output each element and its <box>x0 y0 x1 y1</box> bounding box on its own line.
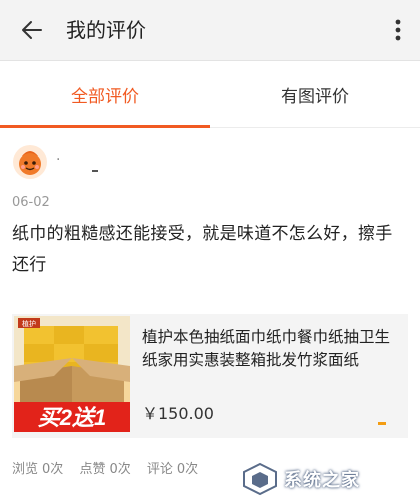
likes-label: 点赞 <box>79 462 106 477</box>
watermark: 系统之家 <box>240 462 410 496</box>
review-tabs: 全部评价 有图评价 <box>0 61 420 128</box>
product-image: 植护 买2送1 <box>14 316 130 432</box>
avatar[interactable] <box>12 144 48 180</box>
top-bar: 我的评价 <box>0 0 420 61</box>
tab-all-reviews[interactable]: 全部评价 <box>0 61 210 127</box>
likes-stat[interactable]: 点赞 0次 <box>79 458 130 477</box>
comments-value: 0次 <box>176 462 199 477</box>
product-badge-text: 植护 <box>22 319 36 328</box>
tissue-box-image: 植护 买2送1 <box>14 316 130 432</box>
tab-photo-reviews[interactable]: 有图评价 <box>210 61 420 127</box>
views-value: 0次 <box>42 462 64 477</box>
comments-stat[interactable]: 评论 0次 <box>147 458 198 477</box>
username: · <box>56 152 61 168</box>
likes-value: 0次 <box>109 462 131 477</box>
username-underscore <box>92 170 98 172</box>
watermark-logo-icon <box>243 462 277 496</box>
orange-dash <box>378 422 386 425</box>
tab-all-reviews-label: 全部评价 <box>71 86 139 107</box>
back-arrow-icon <box>22 21 42 39</box>
more-vertical-icon <box>395 19 401 41</box>
tab-photo-reviews-label: 有图评价 <box>281 86 349 107</box>
page-title: 我的评价 <box>66 18 146 42</box>
review-stats: 浏览 0次 点赞 0次 评论 0次 <box>12 458 210 477</box>
views-stat: 浏览 0次 <box>12 458 63 477</box>
active-tab-indicator <box>0 125 210 128</box>
product-promo-text: 买2送1 <box>38 405 106 430</box>
views-label: 浏览 <box>12 462 39 477</box>
more-options-button[interactable] <box>386 12 410 48</box>
comments-label: 评论 <box>146 462 173 477</box>
product-name: 植护本色抽纸面巾纸巾餐巾纸抽卫生纸家用实惠装整箱批发竹浆面纸 <box>142 328 391 369</box>
watermark-text: 系统之家 <box>284 470 360 491</box>
product-price: ￥150.00 <box>142 404 214 423</box>
review-date: 06-02 <box>12 195 50 210</box>
back-button[interactable] <box>14 12 50 48</box>
review-text: 纸巾的粗糙感还能接受，就是味道不怎么好，擦手还行 <box>12 224 393 275</box>
product-card[interactable]: 植护 买2送1 植护本色抽纸面巾纸巾餐巾纸抽卫生纸家用实惠装整箱批发竹浆面纸 ￥… <box>12 314 408 438</box>
avatar-face-icon <box>13 145 47 179</box>
